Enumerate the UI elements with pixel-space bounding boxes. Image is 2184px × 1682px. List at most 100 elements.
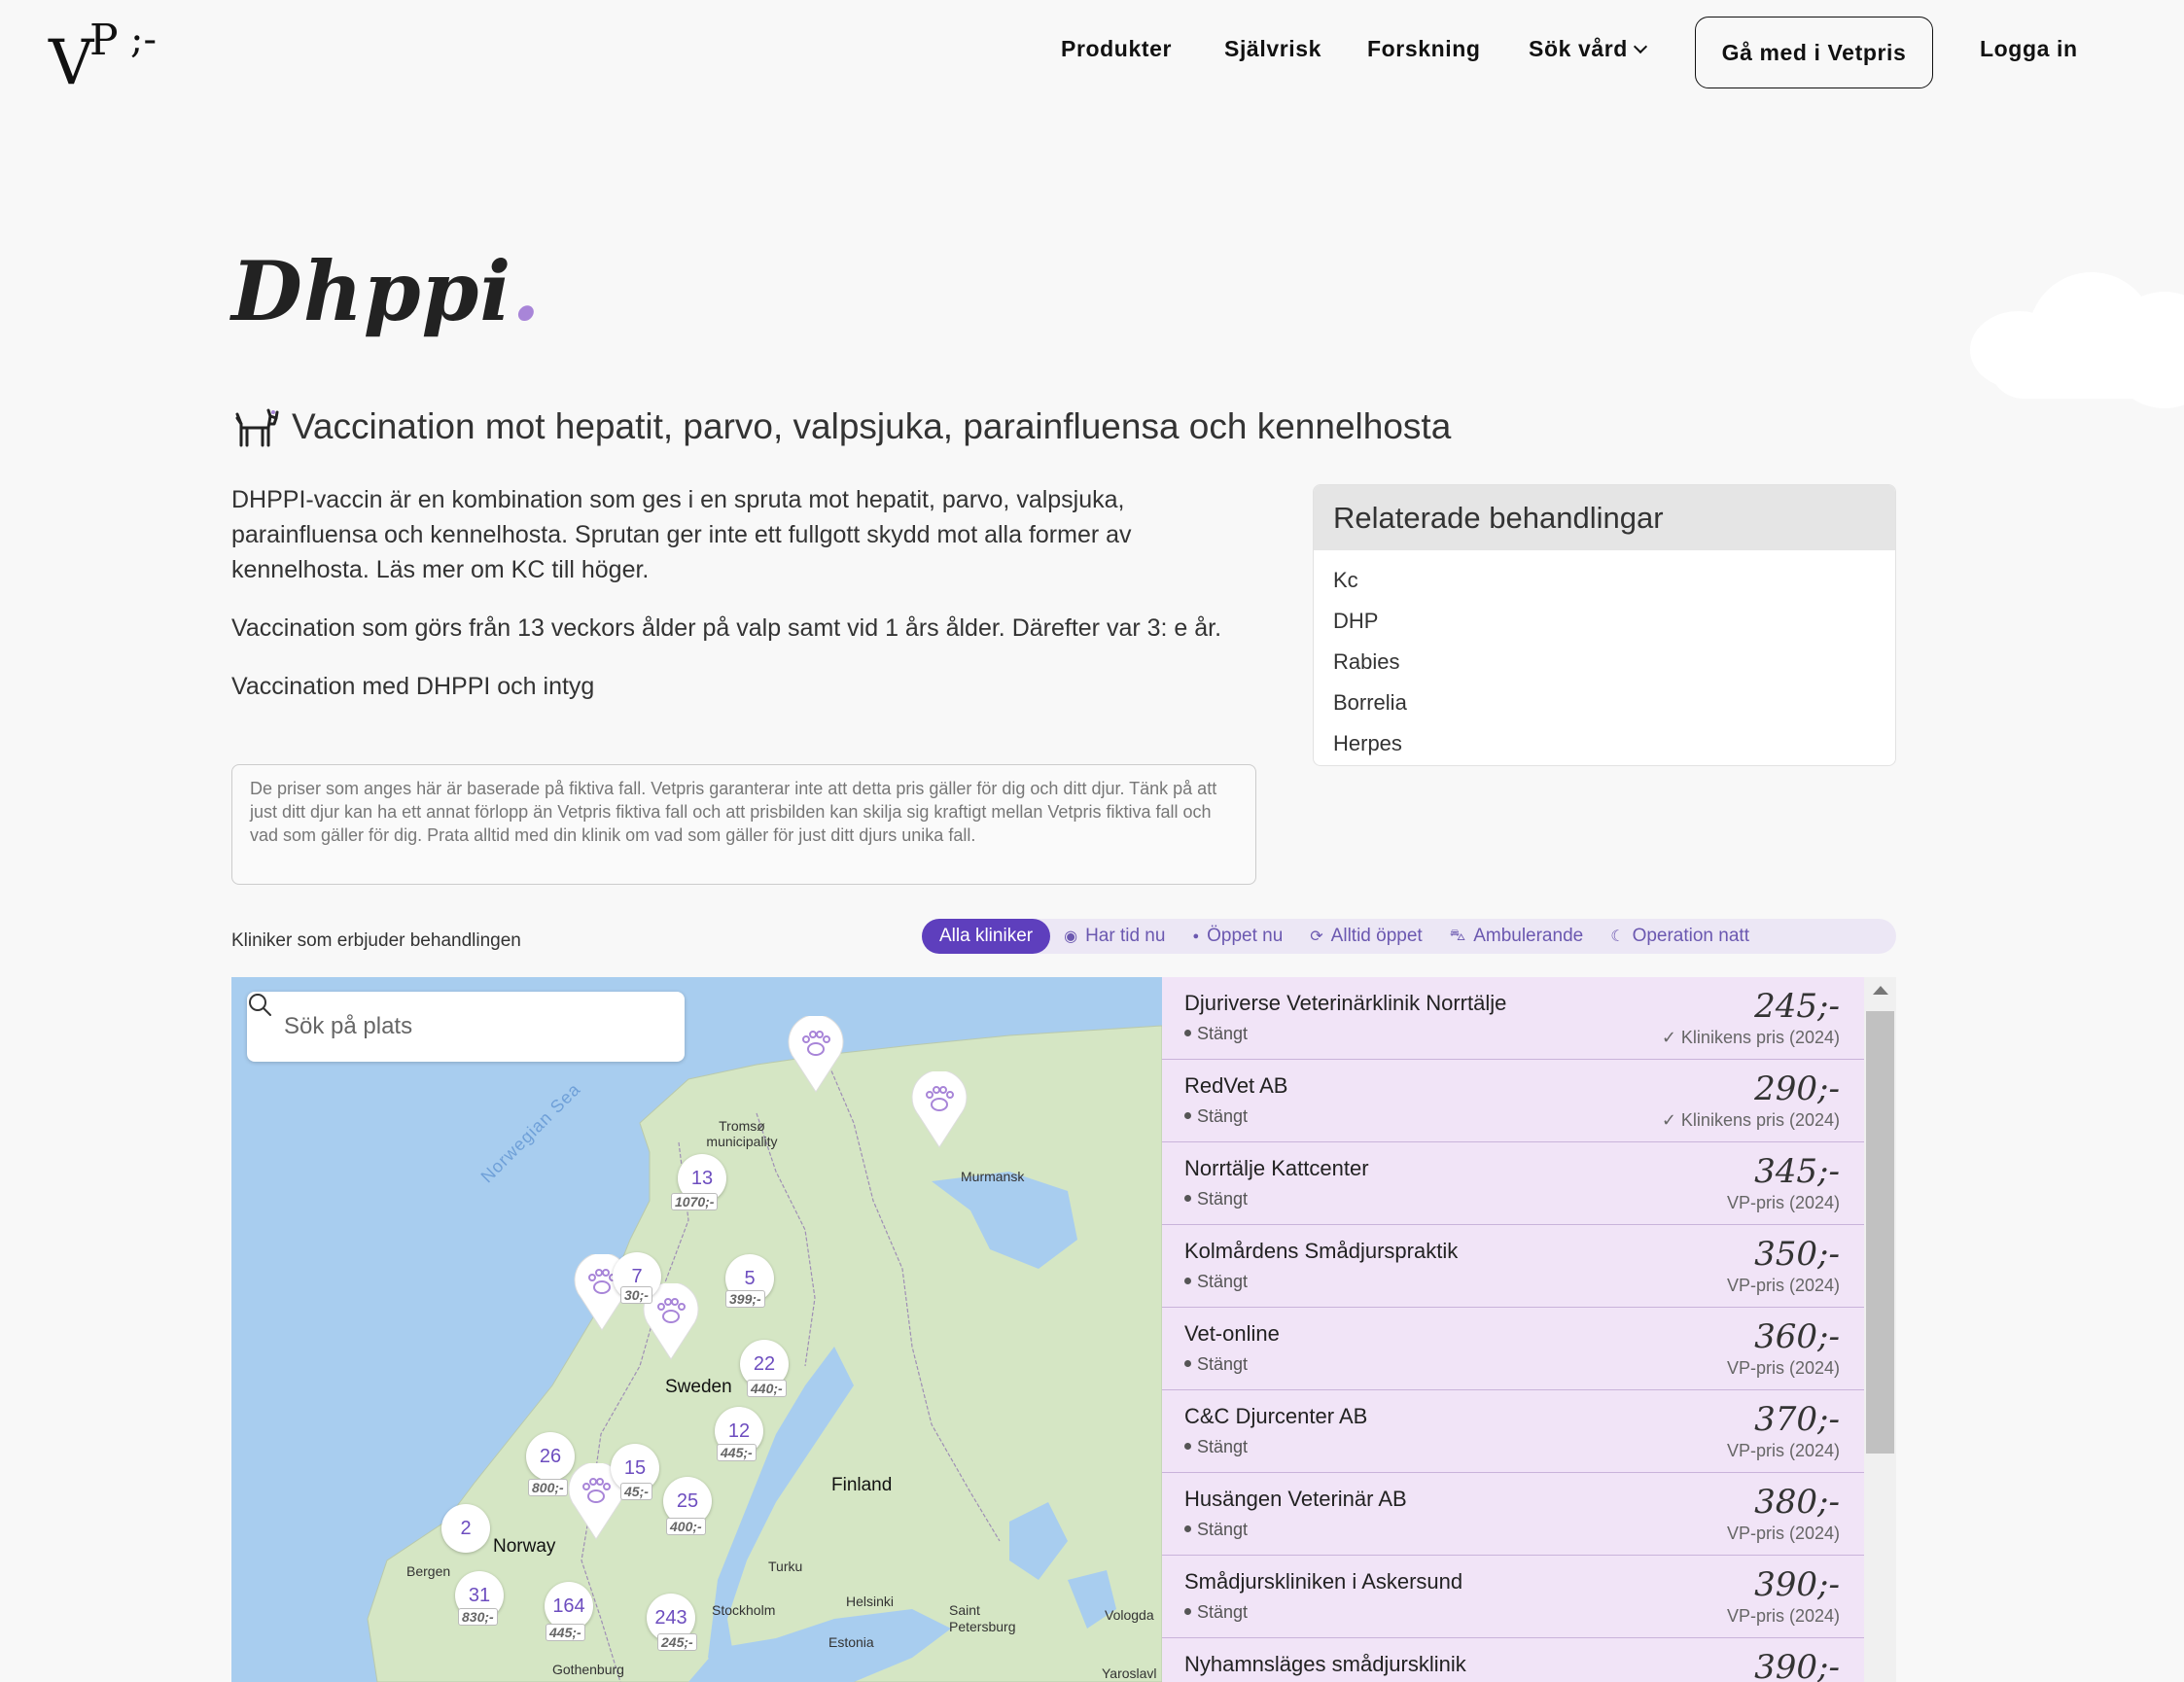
join-vetpris-button[interactable]: Gå med i Vetpris (1695, 17, 1933, 88)
scroll-up-arrow-icon[interactable] (1873, 986, 1888, 995)
map-label-stockholm: Stockholm (712, 1602, 776, 1618)
map-cluster[interactable]: 2 (441, 1504, 490, 1553)
clinic-row[interactable]: Norrtälje Kattcenter Stängt 345;- VP-pri… (1162, 1142, 1864, 1225)
logo-letter-p: P (89, 16, 119, 65)
cluster-price: 445;- (546, 1624, 585, 1641)
page-title-text: Dhppi (231, 243, 512, 339)
subtitle-row: Vaccination mot hepatit, parvo, valpsjuk… (231, 403, 1451, 451)
clinic-row[interactable]: RedVet AB Stängt 290;- ✓ Klinikens pris … (1162, 1060, 1864, 1142)
related-treatments-panel: Relaterade behandlingar Kc DHP Rabies Bo… (1313, 484, 1896, 766)
related-item-borrelia[interactable]: Borrelia (1333, 683, 1876, 723)
filter-night-surgery[interactable]: ☾ Operation natt (1597, 919, 1763, 954)
price-source: ✓ Klinikens pris (2024) (1661, 1110, 1840, 1130)
clinic-price: 345;- (1754, 1152, 1840, 1191)
cluster-price: 45;- (620, 1483, 652, 1500)
clinic-list-scroll-thumb[interactable] (1866, 1011, 1894, 1454)
moon-icon: ☾ (1610, 929, 1625, 945)
clinic-name: C&C Djurcenter AB (1184, 1404, 1368, 1428)
clinic-name: Djuriverse Veterinärklinik Norrtälje (1184, 991, 1507, 1015)
map-label-yaroslavl: Yaroslavl (1102, 1665, 1157, 1681)
clinic-name: Norrtälje Kattcenter (1184, 1156, 1369, 1180)
cluster-price: 1070;- (671, 1193, 719, 1210)
filter-mobile[interactable]: ⛍ Ambulerande (1436, 919, 1598, 954)
page-title: Dhppi. (231, 243, 542, 339)
filter-label: Alla kliniker (939, 926, 1034, 946)
vetpris-logo[interactable]: V P ;- (47, 14, 157, 99)
map-cluster[interactable]: 26 (526, 1432, 575, 1481)
clinic-row[interactable]: Vet-online Stängt 360;- VP-pris (2024) (1162, 1308, 1864, 1390)
filter-available-now[interactable]: ◉ Har tid nu (1050, 919, 1179, 954)
related-item-kc[interactable]: Kc (1333, 560, 1876, 601)
clinic-row[interactable]: Kolmårdens Smådjurspraktik Stängt 350;- … (1162, 1225, 1864, 1308)
map-label-vologda: Vologda (1105, 1607, 1154, 1623)
clinic-row[interactable]: C&C Djurcenter AB Stängt 370;- VP-pris (… (1162, 1390, 1864, 1473)
page-subtitle: Vaccination mot hepatit, parvo, valpsjuk… (292, 406, 1452, 446)
clinic-price: 390;- (1754, 1648, 1840, 1682)
car-icon: ⛍ (1449, 928, 1466, 944)
related-item-dhp[interactable]: DHP (1333, 601, 1876, 642)
cluster-price: 800;- (528, 1479, 568, 1496)
clinic-price: 245;- (1754, 987, 1840, 1026)
filter-label: Ambulerande (1473, 926, 1584, 946)
price-source: VP-pris (2024) (1726, 1441, 1840, 1460)
clinic-filter-bar: Alla kliniker ◉ Har tid nu ● Öppet nu ⟳ … (922, 919, 1896, 954)
clinic-price: 360;- (1754, 1317, 1840, 1356)
clinic-price: 350;- (1754, 1235, 1840, 1274)
cluster-price: 440;- (747, 1380, 787, 1397)
description-paragraph: DHPPI-vaccin är en kombination som ges i… (231, 486, 1132, 583)
map-search-box[interactable] (247, 992, 685, 1062)
nav-forskning[interactable]: Forskning (1367, 36, 1481, 62)
logo-letter-v: V (49, 27, 94, 99)
map-label-tromso: Tromsø municipality (706, 1118, 778, 1149)
price-source: VP-pris (2024) (1726, 1276, 1840, 1295)
filter-always-open[interactable]: ⟳ Alltid öppet (1296, 919, 1435, 954)
map-label-gothenburg: Gothenburg (552, 1662, 624, 1677)
clinic-name: RedVet AB (1184, 1073, 1288, 1098)
clinic-status: Stängt (1184, 1106, 1248, 1127)
clinic-name: Kolmårdens Smådjurspraktik (1184, 1239, 1459, 1263)
clinic-price: 290;- (1754, 1069, 1840, 1108)
price-disclaimer: De priser som anges här är baserade på f… (231, 764, 1256, 885)
cluster-price: 830;- (458, 1608, 498, 1626)
clinic-status: Stängt (1184, 1602, 1248, 1623)
map-label-helsinki: Helsinki (846, 1594, 895, 1609)
clinic-row[interactable]: Smådjurskliniken i Askersund Stängt 390;… (1162, 1556, 1864, 1638)
clinic-row[interactable]: Nyhamnsläges smådjursklinik 390;- (1162, 1638, 1864, 1682)
nav-produkter[interactable]: Produkter (1061, 36, 1172, 62)
nav-sjalvrisk[interactable]: Självrisk (1224, 36, 1321, 62)
related-item-herpes[interactable]: Herpes (1333, 723, 1876, 764)
filter-all-clinics[interactable]: Alla kliniker (922, 919, 1051, 954)
clinic-row[interactable]: Djuriverse Veterinärklinik Norrtälje Stä… (1162, 977, 1864, 1060)
clinic-pin[interactable] (787, 1016, 845, 1094)
map-label-bergen: Bergen (406, 1563, 451, 1579)
login-link[interactable]: Logga in (1980, 36, 2078, 62)
page-title-dot: . (511, 243, 542, 339)
dot-icon: ● (1192, 930, 1200, 942)
map-label-turku: Turku (768, 1559, 803, 1574)
clinic-price: 370;- (1754, 1400, 1840, 1439)
description-paragraph: Vaccination som görs från 13 veckors åld… (231, 614, 1222, 642)
clinic-map[interactable]: Norwegian Sea Tromsø municipality Murman… (231, 977, 1162, 1682)
map-label-sweden: Sweden (665, 1377, 732, 1397)
cluster-price: 30;- (620, 1286, 652, 1304)
chevron-down-icon (1633, 39, 1648, 54)
description-paragraph: Vaccination med DHPPI och intyg (231, 673, 595, 700)
clinic-name: Nyhamnsläges smådjursklinik (1184, 1652, 1466, 1676)
filter-open-now[interactable]: ● Öppet nu (1179, 919, 1296, 954)
map-search-input[interactable] (284, 1013, 634, 1040)
price-source: VP-pris (2024) (1726, 1193, 1840, 1212)
cluster-price: 399;- (725, 1290, 765, 1308)
clinic-list: Djuriverse Veterinärklinik Norrtälje Stä… (1162, 977, 1864, 1682)
clinic-row[interactable]: Husängen Veterinär AB Stängt 380;- VP-pr… (1162, 1473, 1864, 1556)
nav-sok-vard[interactable]: Sök vård (1529, 36, 1648, 62)
cluster-price: 245;- (657, 1633, 697, 1651)
price-source: VP-pris (2024) (1726, 1606, 1840, 1626)
related-item-rabies[interactable]: Rabies (1333, 642, 1876, 683)
clinic-price: 380;- (1754, 1483, 1840, 1522)
map-label-finland: Finland (831, 1475, 893, 1495)
clinic-price: 390;- (1754, 1565, 1840, 1604)
clinic-pin[interactable] (910, 1071, 969, 1149)
site-header: V P ;- Produkter Självrisk Forskning Sök… (0, 0, 2184, 107)
filter-label: Alltid öppet (1330, 926, 1423, 946)
dog-icon (235, 408, 279, 447)
